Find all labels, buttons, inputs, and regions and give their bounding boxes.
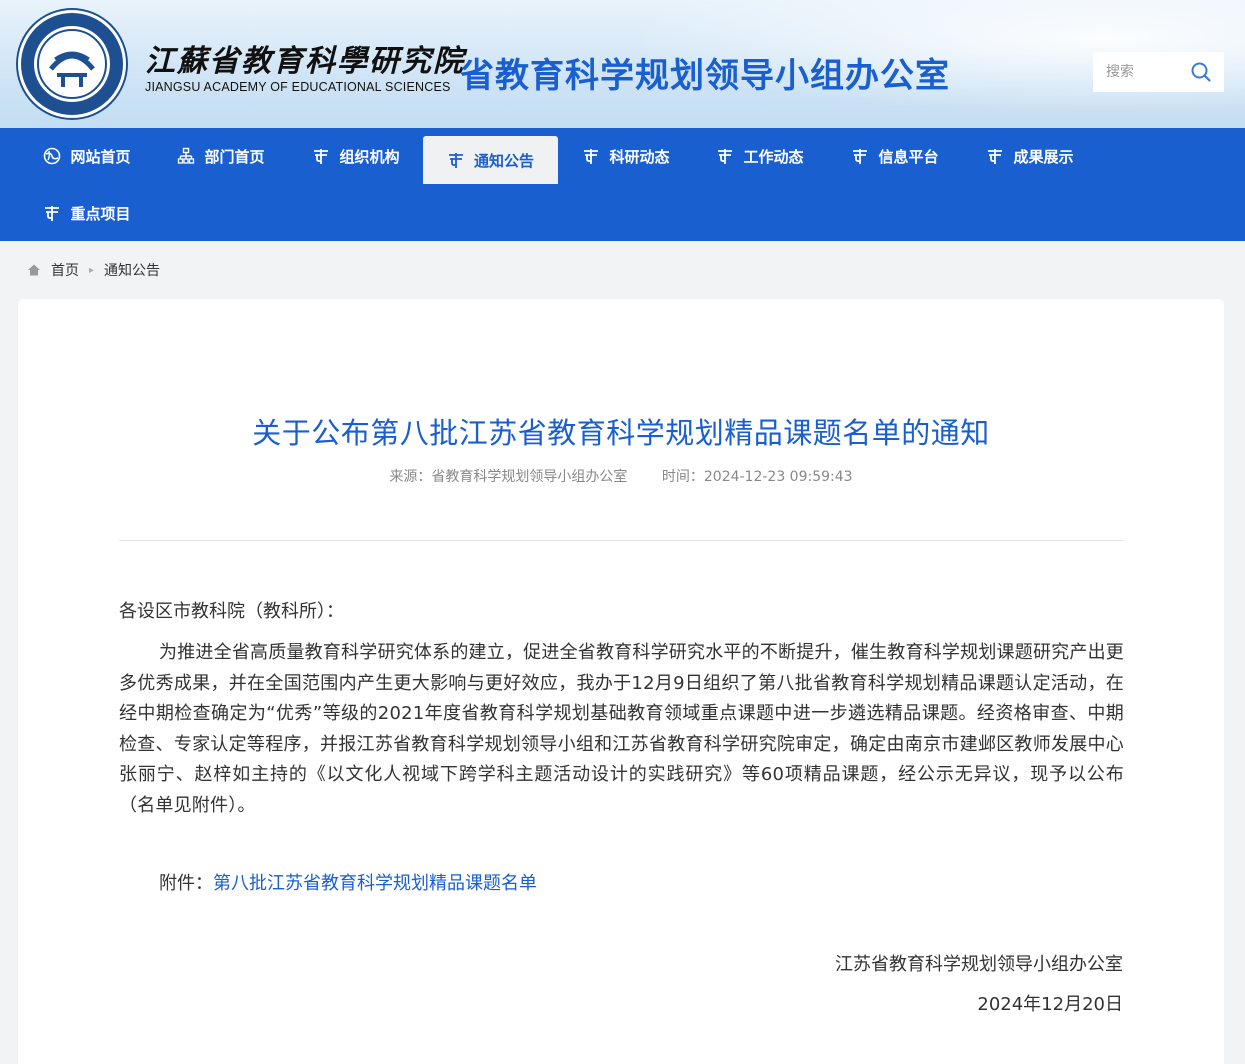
attachment-link[interactable]: 第八批江苏省教育科学规划精品课题名单 (213, 873, 537, 894)
home-icon (28, 264, 40, 276)
article-source: 来源：省教育科学规划领导小组办公室 (389, 469, 628, 485)
breadcrumb-separator-icon: ▸ (89, 264, 95, 276)
main-navigation: 网站首页 部门首页 组织机构 通知公告 科研动态 工作动态 信息平台 成果展示 … (0, 128, 1245, 241)
nav-item-key-projects[interactable]: 重点项目 (22, 185, 152, 241)
nav-item-work-news[interactable]: 工作动态 (694, 128, 826, 184)
nav-label: 重点项目 (70, 204, 131, 223)
nav-label: 信息平台 (878, 147, 939, 166)
pillar-icon (718, 149, 733, 164)
search-input[interactable] (1093, 52, 1188, 92)
pillar-icon (45, 206, 60, 221)
site-header: 江蘇省教育科學研究院 JIANGSU ACADEMY OF EDUCATIONA… (0, 0, 1245, 128)
article-card: 关于公布第八批江苏省教育科学规划精品课题名单的通知 来源：省教育科学规划领导小组… (18, 299, 1224, 1064)
pillar-icon (448, 153, 463, 168)
academy-english-name: JIANGSU ACADEMY OF EDUCATIONAL SCIENCES (145, 80, 451, 94)
nav-item-research-news[interactable]: 科研动态 (560, 128, 692, 184)
pillar-icon (314, 149, 329, 164)
search-box (1093, 52, 1224, 92)
pillar-icon (584, 149, 599, 164)
breadcrumb-home-link[interactable]: 首页 (51, 260, 79, 280)
academy-seal-logo[interactable] (18, 10, 126, 118)
nav-label: 组织机构 (339, 147, 400, 166)
article-time: 时间：2024-12-23 09:59:43 (661, 469, 853, 485)
sitemap-icon (178, 147, 195, 164)
nav-label: 成果展示 (1013, 147, 1074, 166)
title-divider (119, 540, 1124, 541)
attachment-label: 附件： (159, 873, 213, 894)
nav-item-notices[interactable]: 通知公告 (423, 136, 558, 184)
article-signature: 江苏省教育科学规划领导小组办公室 (835, 954, 1123, 975)
article-paragraph: 为推进全省高质量教育科学研究体系的建立，促进全省教育科学研究水平的不断提升，催生… (119, 642, 1124, 816)
nav-label: 通知公告 (473, 151, 534, 170)
nav-label: 工作动态 (743, 147, 804, 166)
article-attachment: 附件：第八批江苏省教育科学规划精品课题名单 (119, 869, 1124, 900)
nav-item-info-platform[interactable]: 信息平台 (829, 128, 961, 184)
nav-label: 部门首页 (204, 147, 265, 166)
nav-item-achievements[interactable]: 成果展示 (964, 128, 1096, 184)
office-title: 省教育科学规划领导小组办公室 (460, 56, 950, 96)
seal-emblem (34, 26, 110, 102)
article-date: 2024年12月20日 (977, 994, 1123, 1015)
search-icon[interactable] (1190, 61, 1212, 83)
article-salutation: 各设区市教科院（教科所）： (119, 601, 344, 622)
article-title: 关于公布第八批江苏省教育科学规划精品课题名单的通知 (252, 416, 990, 450)
nav-item-site-home[interactable]: 网站首页 (22, 128, 152, 184)
pillar-icon (853, 149, 868, 164)
article-meta: 来源：省教育科学规划领导小组办公室 时间：2024-12-23 09:59:43 (18, 466, 1224, 486)
academy-chinese-name: 江蘇省教育科學研究院 (145, 44, 465, 79)
breadcrumb-current-link[interactable]: 通知公告 (104, 260, 160, 280)
breadcrumb: 首页 ▸ 通知公告 (27, 260, 160, 280)
nav-item-dept-home[interactable]: 部门首页 (155, 128, 287, 184)
nav-label: 网站首页 (70, 147, 131, 166)
nav-item-organization[interactable]: 组织机构 (290, 128, 422, 184)
pillar-icon (988, 149, 1003, 164)
nav-label: 科研动态 (609, 147, 670, 166)
globe-icon (44, 147, 61, 165)
